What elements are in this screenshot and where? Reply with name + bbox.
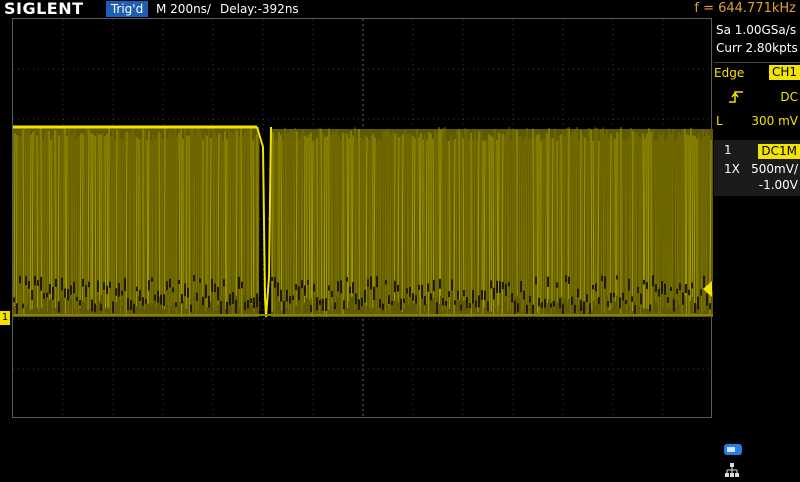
- frequency-readout: f = 644.771kHz: [694, 0, 796, 18]
- memory-depth: Curr 2.80kpts: [716, 40, 800, 56]
- trigger-type: Edge: [714, 66, 744, 80]
- delay-readout[interactable]: Delay:-392ns: [220, 0, 299, 18]
- brand-logo: SIGLENT: [4, 0, 84, 18]
- trigger-coupling: DC: [780, 89, 798, 105]
- trigger-settings-panel[interactable]: Edge CH1 DC L 300 mV: [714, 62, 800, 135]
- top-status-bar: SIGLENT Trig'd M 200ns/ Delay:-392ns f =…: [0, 0, 800, 18]
- probe-attenuation: 1X: [724, 161, 740, 177]
- trigger-level-value: 300 mV: [751, 113, 798, 129]
- channel-number: 1: [724, 142, 732, 158]
- trigger-level-label: L: [716, 113, 723, 129]
- network-icon: [724, 462, 740, 478]
- trigger-level-marker-icon[interactable]: [703, 281, 712, 297]
- trigger-source-badge: CH1: [769, 65, 800, 80]
- waveform-canvas: [13, 19, 713, 419]
- usb-icon: [724, 444, 742, 455]
- waveform-display[interactable]: [12, 18, 712, 418]
- sample-rate: Sa 1.00GSa/s: [716, 22, 800, 38]
- vertical-scale: 500mV/: [751, 161, 798, 177]
- timebase-readout[interactable]: M 200ns/: [156, 0, 211, 18]
- channel1-settings-panel[interactable]: 1 DC1M 1X 500mV/ -1.00V: [714, 140, 800, 196]
- channel-coupling-badge: DC1M: [758, 144, 800, 159]
- channel1-offset-marker[interactable]: 1: [0, 311, 10, 325]
- rising-edge-icon: [728, 89, 744, 109]
- vertical-offset: -1.00V: [759, 177, 798, 193]
- trigger-status-badge: Trig'd: [106, 1, 148, 17]
